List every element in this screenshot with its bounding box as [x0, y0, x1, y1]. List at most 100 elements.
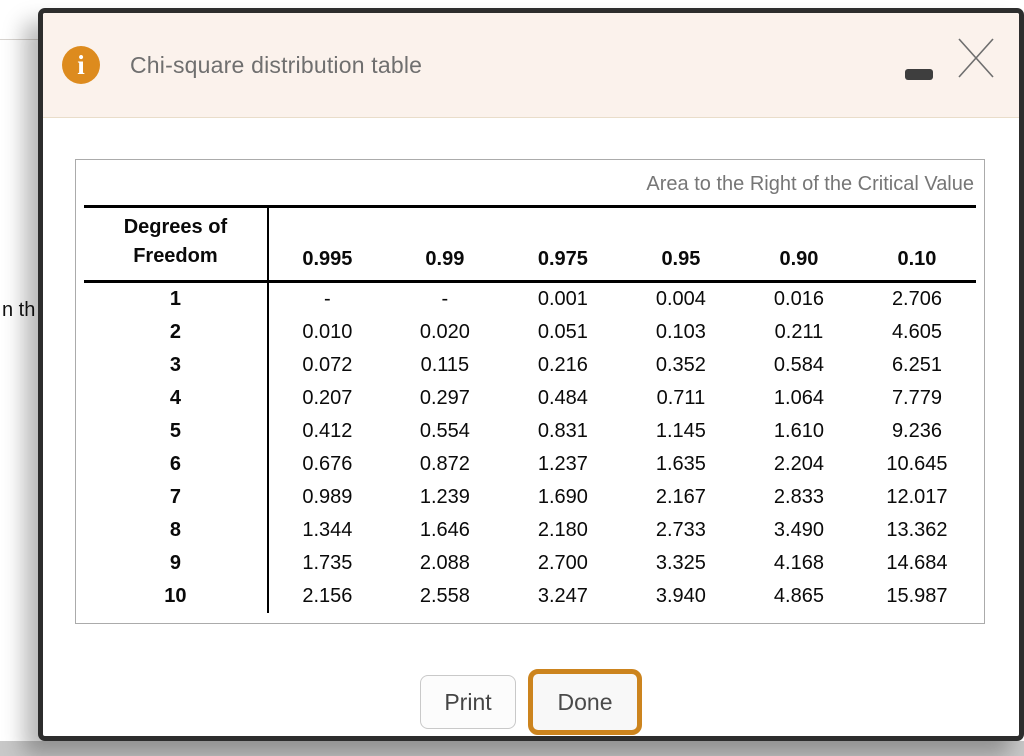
- df-cell: 2: [84, 316, 269, 349]
- value-cell: -: [324, 288, 331, 310]
- print-button[interactable]: Print: [420, 675, 516, 729]
- value-cell: 9.236: [891, 420, 942, 442]
- df-cell: 3: [84, 349, 269, 382]
- value-cell: 2.733: [655, 519, 706, 541]
- value-cell: 2.706: [891, 288, 942, 310]
- value-cell: 0.020: [419, 321, 470, 343]
- value-cell: 0.001: [537, 288, 588, 310]
- value-cell: 0.554: [419, 420, 470, 442]
- chi-square-table: Degrees of Freedom 0.995 0.99 0.975 0.95 0.9…: [84, 205, 976, 613]
- close-icon[interactable]: [957, 37, 995, 79]
- value-cell: 0.207: [302, 387, 353, 409]
- chi-square-dialog: i Chi-square distribution table Area to …: [38, 8, 1024, 741]
- value-cell: 0.831: [537, 420, 588, 442]
- table-row: 1 - - 0.001 0.004 0.016 2.706: [84, 281, 976, 316]
- value-cell: 1.064: [773, 387, 824, 409]
- value-cell: 1.239: [419, 486, 470, 508]
- value-cell: 1.237: [537, 453, 588, 475]
- value-cell: 0.051: [537, 321, 588, 343]
- value-cell: 1.735: [302, 552, 353, 574]
- value-cell: 3.940: [655, 585, 706, 607]
- dialog-header: i Chi-square distribution table: [43, 13, 1019, 118]
- table-row: 6 0.676 0.872 1.237 1.635 2.204 10.645: [84, 448, 976, 481]
- df-cell: 1: [84, 281, 269, 316]
- degrees-of-freedom-header-line2: Freedom: [133, 245, 218, 267]
- value-cell: 1.145: [655, 420, 706, 442]
- table-row: 10 2.156 2.558 3.247 3.940 4.865 15.987: [84, 580, 976, 613]
- value-cell: 0.297: [419, 387, 470, 409]
- value-cell: 1.690: [537, 486, 588, 508]
- value-cell: 0.004: [655, 288, 706, 310]
- value-cell: 0.989: [302, 486, 353, 508]
- value-cell: 0.412: [302, 420, 353, 442]
- df-cell: 7: [84, 481, 269, 514]
- column-header: 0.95: [621, 205, 740, 283]
- chi-square-table-body: 1 - - 0.001 0.004 0.016 2.706 2 0.010 0.020 0.051 0…: [84, 281, 976, 613]
- value-cell: 2.833: [773, 486, 824, 508]
- value-cell: 2.167: [655, 486, 706, 508]
- table-row: 2 0.010 0.020 0.051 0.103 0.211 4.605: [84, 316, 976, 349]
- value-cell: 2.180: [537, 519, 588, 541]
- df-cell: 10: [84, 580, 269, 613]
- df-cell: 8: [84, 514, 269, 547]
- value-cell: 0.211: [774, 321, 824, 343]
- table-header-row: Degrees of Freedom 0.995 0.99 0.975 0.95 0.9…: [84, 205, 976, 283]
- value-cell: 13.362: [886, 519, 948, 541]
- value-cell: 0.484: [537, 387, 588, 409]
- column-header: 0.975: [503, 205, 622, 283]
- value-cell: 0.676: [302, 453, 353, 475]
- chi-square-table-card: Area to the Right of the Critical Value …: [75, 159, 985, 624]
- table-row: 3 0.072 0.115 0.216 0.352 0.584 6.251: [84, 349, 976, 382]
- dialog-button-row: Print Done: [43, 669, 1019, 735]
- value-cell: 2.700: [537, 552, 588, 574]
- value-cell: 3.490: [773, 519, 824, 541]
- value-cell: 1.344: [302, 519, 353, 541]
- degrees-of-freedom-header: Degrees of Freedom: [84, 205, 269, 283]
- value-cell: 0.711: [656, 387, 706, 409]
- value-cell: 2.558: [419, 585, 470, 607]
- value-cell: 15.987: [886, 585, 948, 607]
- value-cell: 2.156: [302, 585, 353, 607]
- value-cell: 0.352: [655, 354, 706, 376]
- value-cell: 1.646: [419, 519, 470, 541]
- value-cell: 14.684: [886, 552, 948, 574]
- value-cell: 6.251: [891, 354, 942, 376]
- value-cell: 3.247: [537, 585, 588, 607]
- value-cell: 7.779: [891, 387, 942, 409]
- done-button[interactable]: Done: [528, 669, 642, 735]
- background-gray-strip: [0, 741, 1024, 756]
- value-cell: 0.103: [655, 321, 706, 343]
- info-icon: i: [62, 46, 100, 84]
- column-header: 0.90: [739, 205, 858, 283]
- value-cell: 3.325: [655, 552, 706, 574]
- table-row: 4 0.207 0.297 0.484 0.711 1.064 7.779: [84, 382, 976, 415]
- table-row: 8 1.344 1.646 2.180 2.733 3.490 13.362: [84, 514, 976, 547]
- degrees-of-freedom-header-line1: Degrees of: [123, 216, 228, 238]
- value-cell: 1.635: [655, 453, 706, 475]
- column-header: 0.10: [857, 205, 976, 283]
- value-cell: 1.610: [773, 420, 824, 442]
- value-cell: 2.088: [419, 552, 470, 574]
- minimize-icon[interactable]: [905, 69, 933, 80]
- table-row: 7 0.989 1.239 1.690 2.167 2.833 12.017: [84, 481, 976, 514]
- value-cell: -: [441, 288, 449, 310]
- value-cell: 0.216: [537, 354, 588, 376]
- value-cell: 4.865: [773, 585, 824, 607]
- df-cell: 5: [84, 415, 269, 448]
- value-cell: 0.872: [419, 453, 470, 475]
- value-cell: 4.168: [773, 552, 824, 574]
- value-cell: 2.204: [773, 453, 824, 475]
- column-header: 0.99: [385, 205, 504, 283]
- dialog-body: Area to the Right of the Critical Value …: [43, 118, 1019, 735]
- background-partial-text: n th: [2, 299, 36, 321]
- info-icon-glyph: i: [77, 49, 85, 80]
- value-cell: 4.605: [891, 321, 942, 343]
- table-row: 5 0.412 0.554 0.831 1.145 1.610 9.236: [84, 415, 976, 448]
- value-cell: 12.017: [886, 486, 948, 508]
- value-cell: 0.115: [420, 354, 470, 376]
- table-row: 9 1.735 2.088 2.700 3.325 4.168 14.684: [84, 547, 976, 580]
- value-cell: 0.016: [773, 288, 824, 310]
- df-cell: 9: [84, 547, 269, 580]
- df-cell: 6: [84, 448, 269, 481]
- value-cell: 0.072: [302, 354, 353, 376]
